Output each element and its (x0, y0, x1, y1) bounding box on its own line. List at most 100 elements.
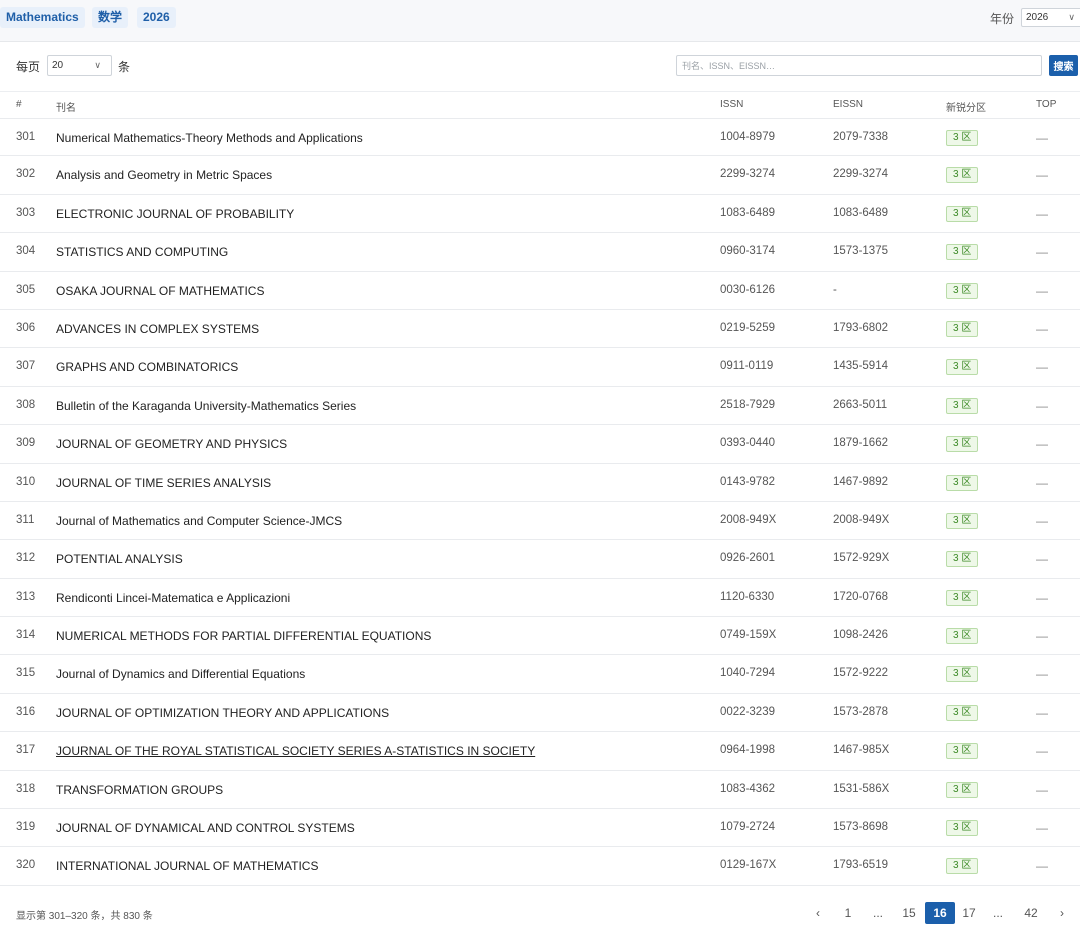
eissn-cell: 1573-2878 (833, 705, 888, 718)
table-row[interactable]: 310 JOURNAL OF TIME SERIES ANALYSIS 0143-9… (0, 464, 1080, 502)
row-index: 314 (16, 629, 36, 642)
row-index: 307 (16, 360, 36, 373)
search-input[interactable] (676, 55, 1042, 76)
eissn-cell: 1793-6802 (833, 321, 888, 334)
page-button[interactable]: 17 (956, 902, 982, 924)
eissn-cell: 2663-5011 (833, 398, 888, 411)
issn-cell: 0960-3174 (720, 245, 775, 258)
per-page-label: 每页 (16, 60, 41, 74)
column-header-top: TOP (1036, 99, 1057, 110)
table-row[interactable]: 316 JOURNAL OF OPTIMIZATION THEORY AND AP… (0, 694, 1080, 733)
column-header-issn: ISSN (720, 99, 744, 110)
zone-badge: 3 区 (946, 704, 979, 721)
tag-year[interactable]: 2026 (137, 7, 176, 28)
top-cell: — (1036, 821, 1048, 836)
eissn-cell: - (833, 283, 837, 296)
journal-name-link[interactable]: JOURNAL OF DYNAMICAL AND CONTROL SYSTEMS (56, 821, 355, 835)
journal-name-link[interactable]: ELECTRONIC JOURNAL OF PROBABILITY (56, 207, 294, 221)
row-index: 310 (16, 475, 36, 488)
chevron-left-icon[interactable]: ‹ (809, 902, 827, 924)
journal-name-link[interactable]: JOURNAL OF GEOMETRY AND PHYSICS (56, 437, 287, 451)
chevron-down-icon: ∨ (1068, 12, 1075, 22)
journal-name-link[interactable]: Journal of Mathematics and Computer Scie… (56, 514, 342, 528)
page-button[interactable]: 1 (837, 902, 859, 924)
issn-cell: 2299-3274 (720, 168, 775, 181)
row-index: 313 (16, 590, 36, 603)
journal-name-link[interactable]: JOURNAL OF TIME SERIES ANALYSIS (56, 476, 271, 490)
eissn-cell: 1531-586X (833, 782, 890, 795)
journal-name-link[interactable]: ADVANCES IN COMPLEX SYSTEMS (56, 322, 259, 336)
page-button[interactable]: 15 (896, 902, 922, 924)
tag-subject-cn[interactable]: 数学 (92, 7, 129, 28)
chevron-down-icon: ∨ (94, 60, 101, 70)
year-select[interactable]: 2026 ∨ (1021, 8, 1080, 27)
journal-name-link[interactable]: POTENTIAL ANALYSIS (56, 552, 183, 566)
table-row[interactable]: 314 NUMERICAL METHODS FOR PARTIAL DIFFERE… (0, 617, 1080, 656)
issn-cell: 0030-6126 (720, 283, 775, 296)
table-row[interactable]: 303 ELECTRONIC JOURNAL OF PROBABILITY 1083… (0, 195, 1080, 234)
top-cell: — (1036, 513, 1048, 528)
year-label: 年份 (990, 12, 1015, 26)
journal-name-link[interactable]: NUMERICAL METHODS FOR PARTIAL DIFFERENTI… (56, 629, 431, 643)
journal-name-link[interactable]: Bulletin of the Karaganda University-Mat… (56, 399, 356, 413)
journal-name-link[interactable]: TRANSFORMATION GROUPS (56, 783, 223, 797)
table-row[interactable]: 319 JOURNAL OF DYNAMICAL AND CONTROL SYST… (0, 809, 1080, 848)
eissn-cell: 1435-5914 (833, 360, 888, 373)
table-row[interactable]: 318 TRANSFORMATION GROUPS 1083-4362 1531-58… (0, 771, 1080, 810)
journal-name-link[interactable]: JOURNAL OF THE ROYAL STATISTICAL SOCIETY… (56, 744, 535, 758)
per-page-value: 20 (52, 60, 64, 71)
row-index: 311 (16, 513, 35, 526)
table-row[interactable]: 304 STATISTICS AND COMPUTING 0960-3174 1573… (0, 233, 1080, 272)
row-index: 303 (16, 206, 36, 219)
zone-badge: 3 区 (946, 820, 979, 837)
row-index: 317 (16, 744, 36, 757)
row-index: 320 (16, 859, 36, 872)
top-cell: — (1036, 360, 1048, 375)
table-row[interactable]: 301 Numerical Mathematics-Theory Methods … (0, 118, 1080, 157)
journal-name-link[interactable]: STATISTICS AND COMPUTING (56, 245, 228, 259)
issn-cell: 0964-1998 (720, 744, 775, 757)
row-index: 301 (16, 131, 36, 143)
table-row[interactable]: 312 POTENTIAL ANALYSIS 0926-2601 1572-929X 3… (0, 540, 1080, 579)
journal-name-link[interactable]: Rendiconti Lincei-Matematica e Applicazi… (56, 591, 290, 605)
top-cell: — (1036, 744, 1048, 759)
journal-name-link[interactable]: JOURNAL OF OPTIMIZATION THEORY AND APPLI… (56, 706, 389, 720)
table-row[interactable]: 313 Rendiconti Lincei-Matematica e Applic… (0, 579, 1080, 618)
table-row[interactable]: 306 ADVANCES IN COMPLEX SYSTEMS 0219-5259 1… (0, 310, 1080, 349)
eissn-cell: 1467-985X (833, 744, 890, 757)
row-index: 318 (16, 782, 36, 795)
per-page-select[interactable]: 20 ∨ (47, 55, 112, 76)
table-row[interactable]: 307 GRAPHS AND COMBINATORICS 0911-0119 1435… (0, 348, 1080, 387)
journal-name-link[interactable]: OSAKA JOURNAL OF MATHEMATICS (56, 284, 264, 298)
journal-name-link[interactable]: Numerical Mathematics-Theory Methods and… (56, 131, 363, 145)
top-cell: — (1036, 398, 1048, 413)
chevron-right-icon[interactable]: › (1050, 902, 1074, 924)
row-index: 302 (16, 168, 36, 181)
issn-cell: 2008-949X (720, 513, 777, 526)
page-button[interactable]: 42 (1017, 902, 1045, 924)
search-button[interactable]: 搜索 (1049, 55, 1078, 76)
table-row[interactable]: 311 Journal of Mathematics and Computer S… (0, 502, 1080, 541)
table-row[interactable]: 320 INTERNATIONAL JOURNAL OF MATHEMATICS 0… (0, 847, 1080, 886)
zone-badge: 3 区 (946, 474, 979, 491)
table-row[interactable]: 317 JOURNAL OF THE ROYAL STATISTICAL SOCI… (0, 732, 1080, 771)
eissn-cell: 1572-9222 (833, 667, 888, 680)
eissn-cell: 1083-6489 (833, 206, 888, 219)
eissn-cell: 2079-7338 (833, 131, 888, 143)
pagination-summary: 显示第 301–320 条，共 830 条 (16, 911, 153, 922)
table-row[interactable]: 302 Analysis and Geometry in Metric Space… (0, 156, 1080, 195)
issn-cell: 1004-8979 (720, 131, 775, 143)
top-cell: — (1036, 131, 1048, 145)
zone-badge: 3 区 (946, 397, 979, 414)
journal-name-link[interactable]: GRAPHS AND COMBINATORICS (56, 360, 238, 374)
table-row[interactable]: 308 Bulletin of the Karaganda University-… (0, 387, 1080, 426)
table-row[interactable]: 305 OSAKA JOURNAL OF MATHEMATICS 0030-6126… (0, 272, 1080, 310)
journal-name-link[interactable]: Journal of Dynamics and Differential Equ… (56, 667, 305, 681)
tag-subject-en[interactable]: Mathematics (0, 7, 85, 28)
journal-name-link[interactable]: Analysis and Geometry in Metric Spaces (56, 168, 272, 182)
journal-name-link[interactable]: INTERNATIONAL JOURNAL OF MATHEMATICS (56, 859, 318, 873)
zone-badge: 3 区 (946, 205, 979, 222)
table-row[interactable]: 309 JOURNAL OF GEOMETRY AND PHYSICS 0393-0… (0, 425, 1080, 464)
page-button[interactable]: 16 (925, 902, 955, 924)
table-row[interactable]: 315 Journal of Dynamics and Differential … (0, 655, 1080, 694)
